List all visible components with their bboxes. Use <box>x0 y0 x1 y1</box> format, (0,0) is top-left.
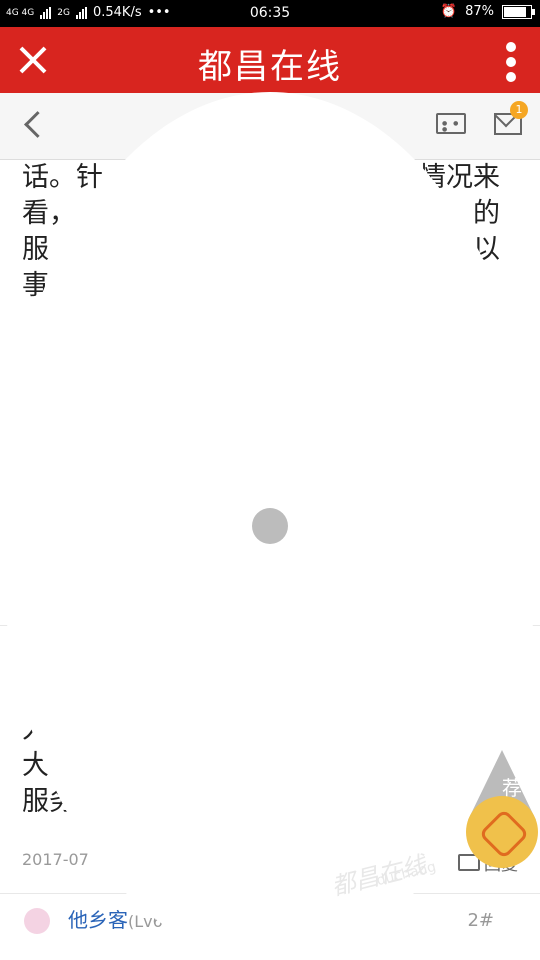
app-bar: 都昌在线 <box>0 27 540 93</box>
floor-number: 2# <box>467 910 494 931</box>
more-menu-button[interactable] <box>506 42 518 82</box>
post1-line-left-1: 话。针 <box>22 162 103 193</box>
loading-indicator <box>252 508 288 544</box>
post1-line-right-2: 的 <box>473 198 500 229</box>
username-text: 他乡客 <box>68 908 128 932</box>
app-title: 都昌在线 <box>198 47 342 87</box>
comment-button[interactable]: ● ● ● <box>436 113 466 135</box>
mail-badge: 1 <box>510 101 528 119</box>
unicom-logo-icon <box>478 808 530 860</box>
alarm-icon: ⏰ <box>440 4 458 19</box>
post1-line-left-3: 服 <box>22 234 49 265</box>
back-button[interactable] <box>24 111 51 138</box>
floating-unicom-button[interactable] <box>466 796 538 868</box>
status-right: ⏰ 87% <box>440 4 535 19</box>
battery-icon <box>502 4 535 19</box>
status-bar: 4G 4G 2G 0.54K/s ••• 06:35 ⏰ 87% <box>0 0 540 27</box>
mail-button[interactable]: 1 <box>494 101 528 135</box>
post1-line-left-2: 看， <box>22 198 76 229</box>
avatar[interactable] <box>24 908 50 934</box>
post-date: 2017-07 <box>22 850 89 869</box>
battery-percent: 87% <box>465 4 494 19</box>
